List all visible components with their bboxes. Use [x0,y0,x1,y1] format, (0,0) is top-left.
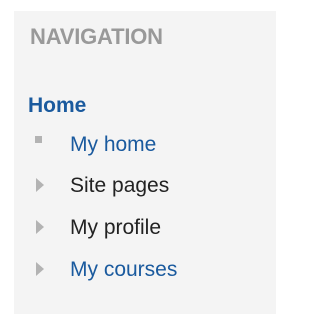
block-title: NAVIGATION [30,24,163,49]
nav-item-site-pages[interactable]: Site pages [32,173,262,207]
navigation-block: NAVIGATION Home My home Site pages My pr… [14,11,276,314]
expand-arrow-icon[interactable] [32,173,44,207]
home-link[interactable]: Home [28,93,86,119]
square-bullet-icon [32,132,44,166]
nav-item-my-home[interactable]: My home [32,132,262,166]
nav-item-label[interactable]: My courses [70,257,177,283]
expand-arrow-icon[interactable] [32,257,44,291]
expand-arrow-icon[interactable] [32,215,44,249]
nav-item-my-profile[interactable]: My profile [32,215,262,249]
nav-item-label[interactable]: Site pages [70,173,169,199]
nav-item-label[interactable]: My profile [70,215,161,241]
nav-item-my-courses[interactable]: My courses [32,257,262,291]
nav-item-label[interactable]: My home [70,132,156,158]
